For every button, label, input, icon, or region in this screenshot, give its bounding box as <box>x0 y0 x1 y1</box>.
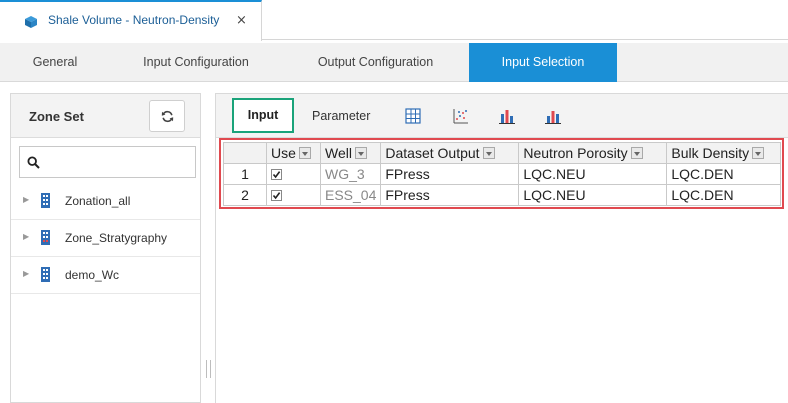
input-button[interactable]: Input <box>232 98 294 133</box>
tree-item-label: Zonation_all <box>65 194 131 208</box>
bar-chart-icon[interactable] <box>499 108 515 124</box>
tree-item-label: Zone_Stratygraphy <box>65 231 168 245</box>
tree-item-zone-stratygraphy[interactable]: ▶ Zone_Stratygraphy <box>11 220 200 257</box>
zone-building-icon <box>41 267 50 282</box>
zone-search-input[interactable] <box>46 151 191 173</box>
expand-caret-icon[interactable]: ▶ <box>23 269 29 278</box>
zone-set-header: Zone Set <box>11 94 200 138</box>
zone-building-icon <box>41 193 50 208</box>
tab-general[interactable]: General <box>0 43 110 82</box>
grid-highlight-frame <box>219 138 784 209</box>
scatter-plot-icon[interactable] <box>453 108 469 124</box>
tree-item-demo-wc[interactable]: ▶ demo_Wc <box>11 257 200 294</box>
document-tab[interactable]: Shale Volume - Neutron-Density × <box>0 0 262 41</box>
document-tab-bar: Shale Volume - Neutron-Density × <box>0 0 788 41</box>
parameter-button[interactable]: Parameter <box>312 109 370 123</box>
config-tab-bar: General Input Configuration Output Confi… <box>0 43 788 82</box>
refresh-icon <box>161 110 174 123</box>
panel-splitter[interactable] <box>206 360 211 378</box>
grid-select-icon[interactable] <box>405 108 421 124</box>
close-icon[interactable]: × <box>236 13 247 28</box>
tab-input-configuration[interactable]: Input Configuration <box>110 43 282 82</box>
expand-caret-icon[interactable]: ▶ <box>23 195 29 204</box>
selection-toolbar: Input Parameter <box>216 94 788 138</box>
zone-set-title: Zone Set <box>29 109 84 124</box>
document-tab-title: Shale Volume - Neutron-Density <box>48 13 220 27</box>
refresh-button[interactable] <box>149 100 185 132</box>
tree-item-zonation-all[interactable]: ▶ Zonation_all <box>11 183 200 220</box>
search-icon <box>27 156 40 169</box>
tree-item-label: demo_Wc <box>65 268 120 282</box>
expand-caret-icon[interactable]: ▶ <box>23 232 29 241</box>
tab-input-selection[interactable]: Input Selection <box>469 43 617 82</box>
cube-icon <box>25 16 37 28</box>
tab-output-configuration[interactable]: Output Configuration <box>282 43 469 82</box>
zone-search-field[interactable] <box>19 146 196 178</box>
zone-building-icon <box>41 230 50 245</box>
bar-chart-icon-2[interactable] <box>545 108 561 124</box>
zone-set-panel: Zone Set ▶ Zonation_all ▶ Zone_Stratygra… <box>10 93 201 403</box>
